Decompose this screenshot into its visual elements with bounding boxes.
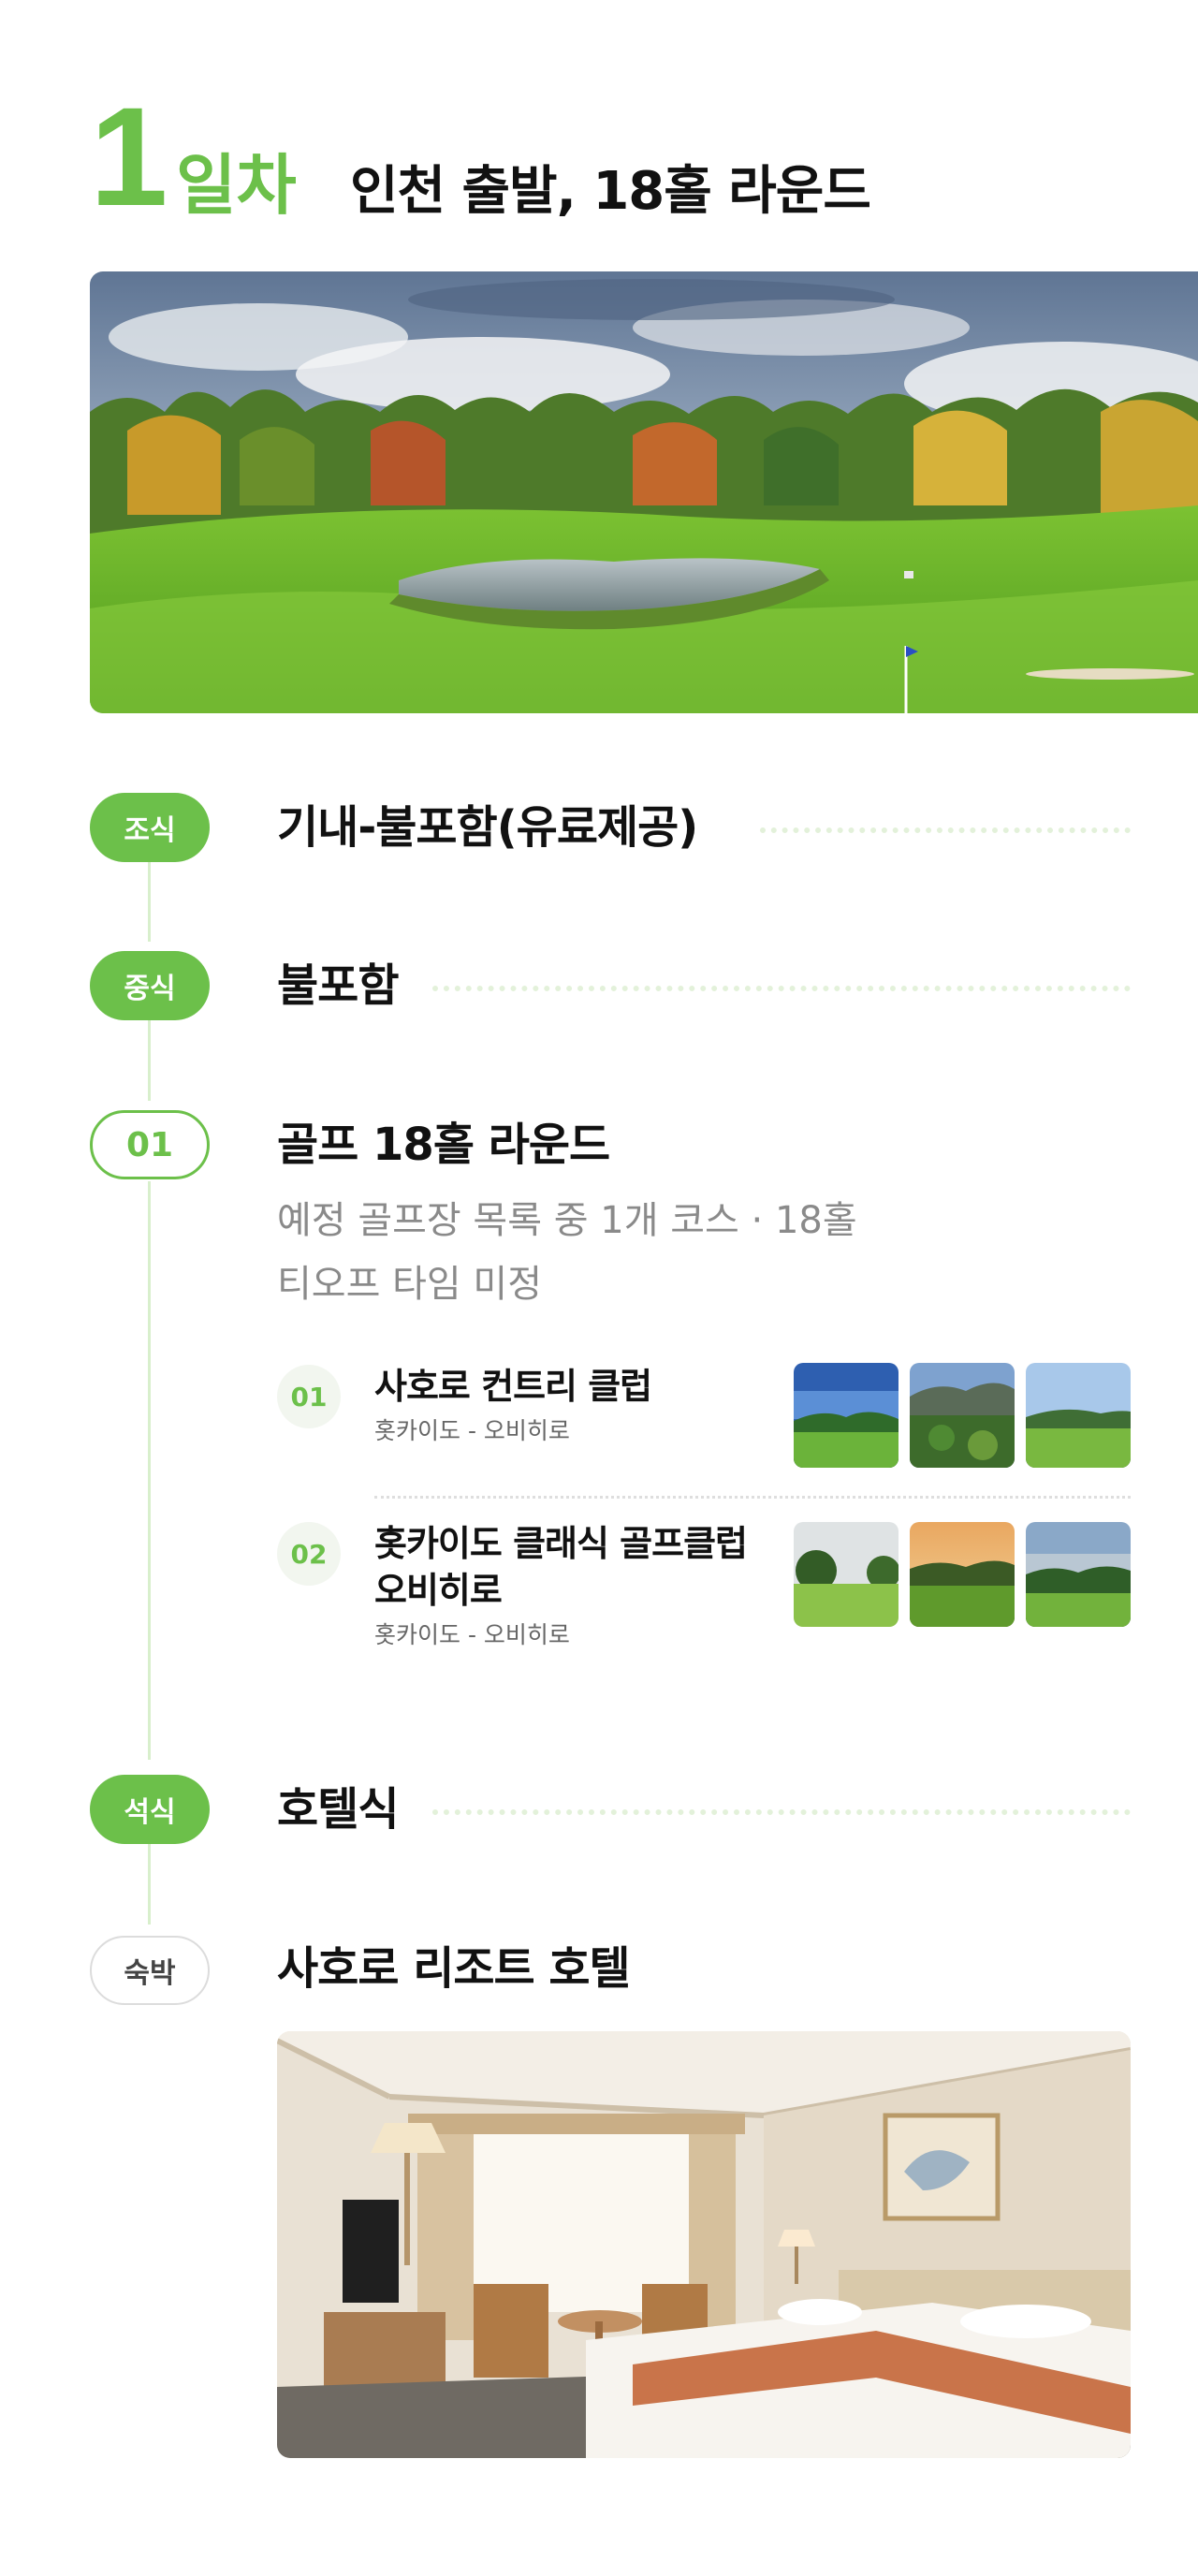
golf-course-photo [90,271,1198,713]
lodging-badge: 숙박 [90,1936,210,2005]
timeline-line [148,1020,151,1101]
day-number: 1 [90,78,168,235]
hotel-room-photo [277,2031,1131,2458]
course-item[interactable]: 01 사호로 컨트리 클럽 홋카이도 - 오비히로 [277,1363,1131,1471]
hotel-name: 사호로 리조트 호텔 [277,1942,631,1995]
activity-number-badge: 01 [90,1110,210,1179]
activity-title: 골프 18홀 라운드 [277,1119,610,1171]
dinner-badge: 석식 [90,1775,210,1844]
course-thumbnail[interactable] [910,1522,1015,1627]
course-thumbnails [794,1522,1131,1627]
course-name: 사호로 컨트리 클럽 [374,1366,652,1407]
lunch-text: 불포함 [277,959,399,1012]
dotted-divider [432,986,1131,991]
dotted-divider [760,827,1131,833]
activity-description: 예정 골프장 목록 중 1개 코스 · 18홀 [277,1199,857,1242]
breakfast-text: 기내-불포함(유료제공) [277,801,698,854]
course-thumbnail[interactable] [1026,1363,1131,1468]
course-thumbnail[interactable] [794,1363,898,1468]
course-name-line2: 오비히로 [374,1570,503,1611]
course-name: 홋카이도 클래식 골프클럽 [374,1523,748,1564]
day-title: 인천 출발, 18홀 라운드 [350,161,871,222]
course-divider [374,1496,1131,1499]
breakfast-badge: 조식 [90,793,210,862]
course-thumbnail[interactable] [1026,1522,1131,1627]
timeline-line [148,1181,151,1760]
lunch-badge: 중식 [90,951,210,1020]
course-thumbnails [794,1363,1131,1468]
course-number: 02 [277,1522,341,1586]
dinner-text: 호텔식 [277,1783,399,1836]
course-item[interactable]: 02 홋카이도 클래식 골프클럽 오비히로 홋카이도 - 오비히로 [277,1520,1131,1661]
course-location: 홋카이도 - 오비히로 [374,1417,570,1444]
day-label: 일차 [176,147,297,224]
course-thumbnail[interactable] [910,1363,1015,1468]
day-header: 1 일차 인천 출발, 18홀 라운드 [90,86,1119,236]
activity-teeoff-note: 티오프 타임 미정 [277,1263,543,1306]
timeline-line [148,1844,151,1925]
course-number: 01 [277,1365,341,1428]
dotted-divider [432,1809,1131,1815]
course-location: 홋카이도 - 오비히로 [374,1621,570,1648]
timeline-line [148,861,151,942]
course-thumbnail[interactable] [794,1522,898,1627]
